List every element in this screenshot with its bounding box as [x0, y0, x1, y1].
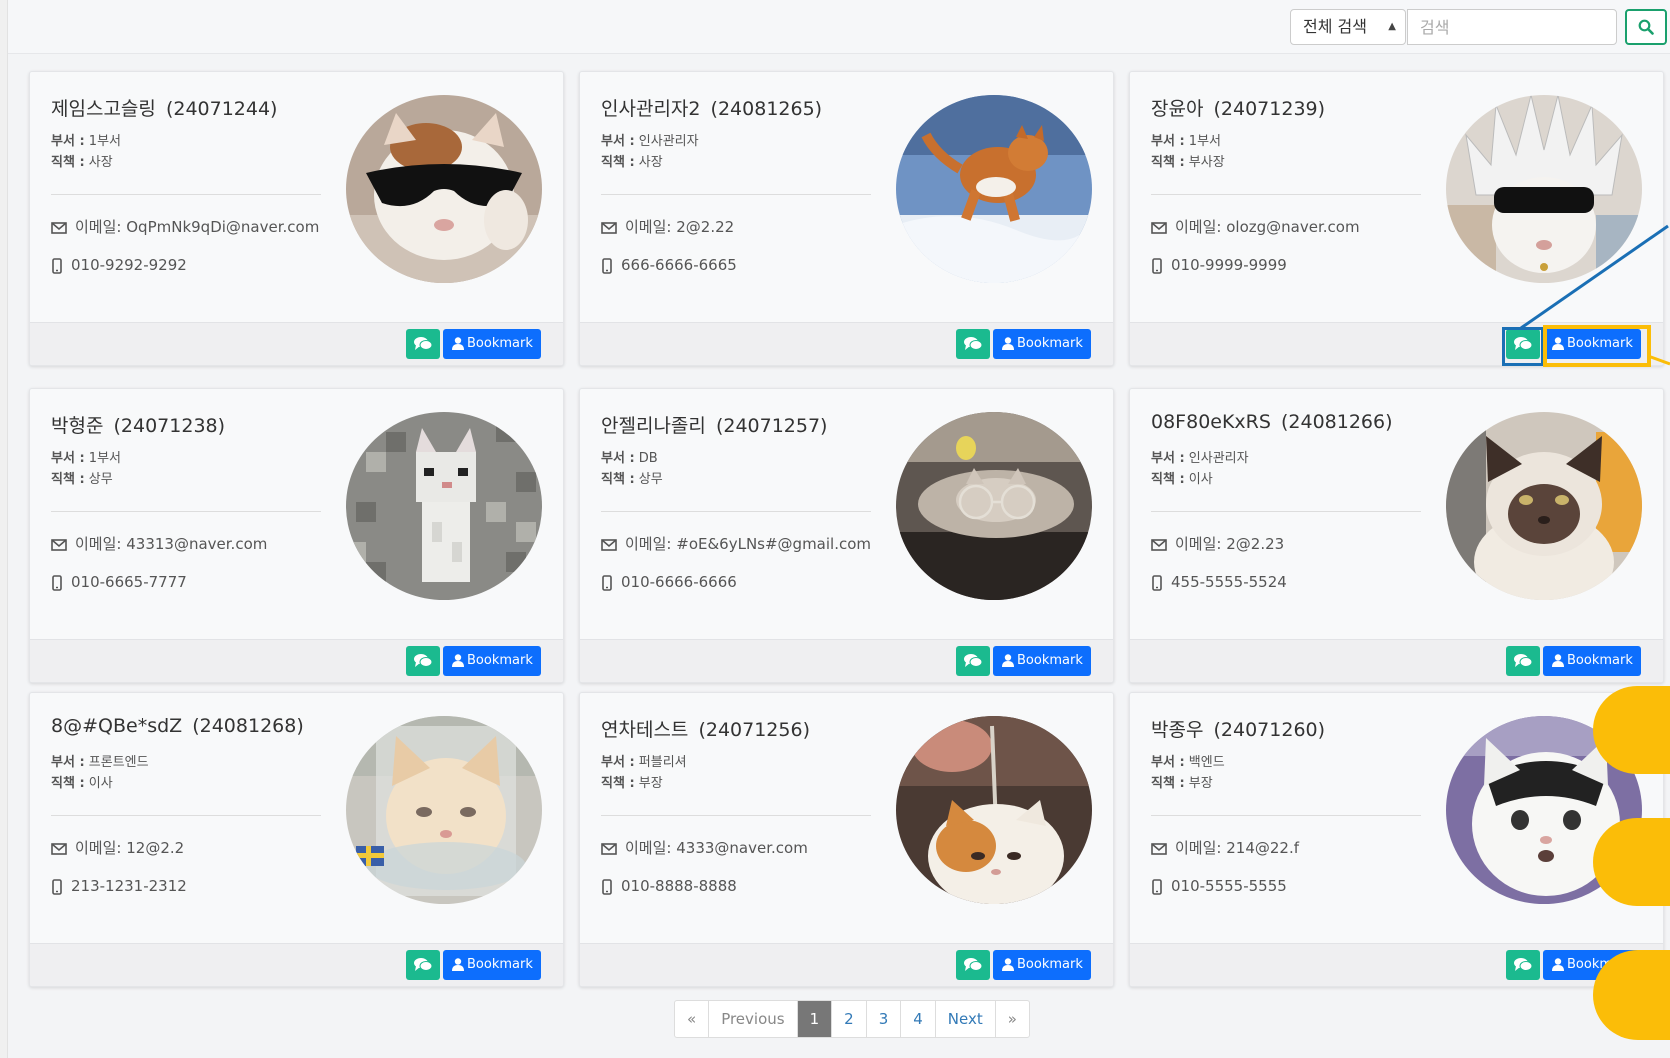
annotation-lines	[1520, 224, 1670, 366]
